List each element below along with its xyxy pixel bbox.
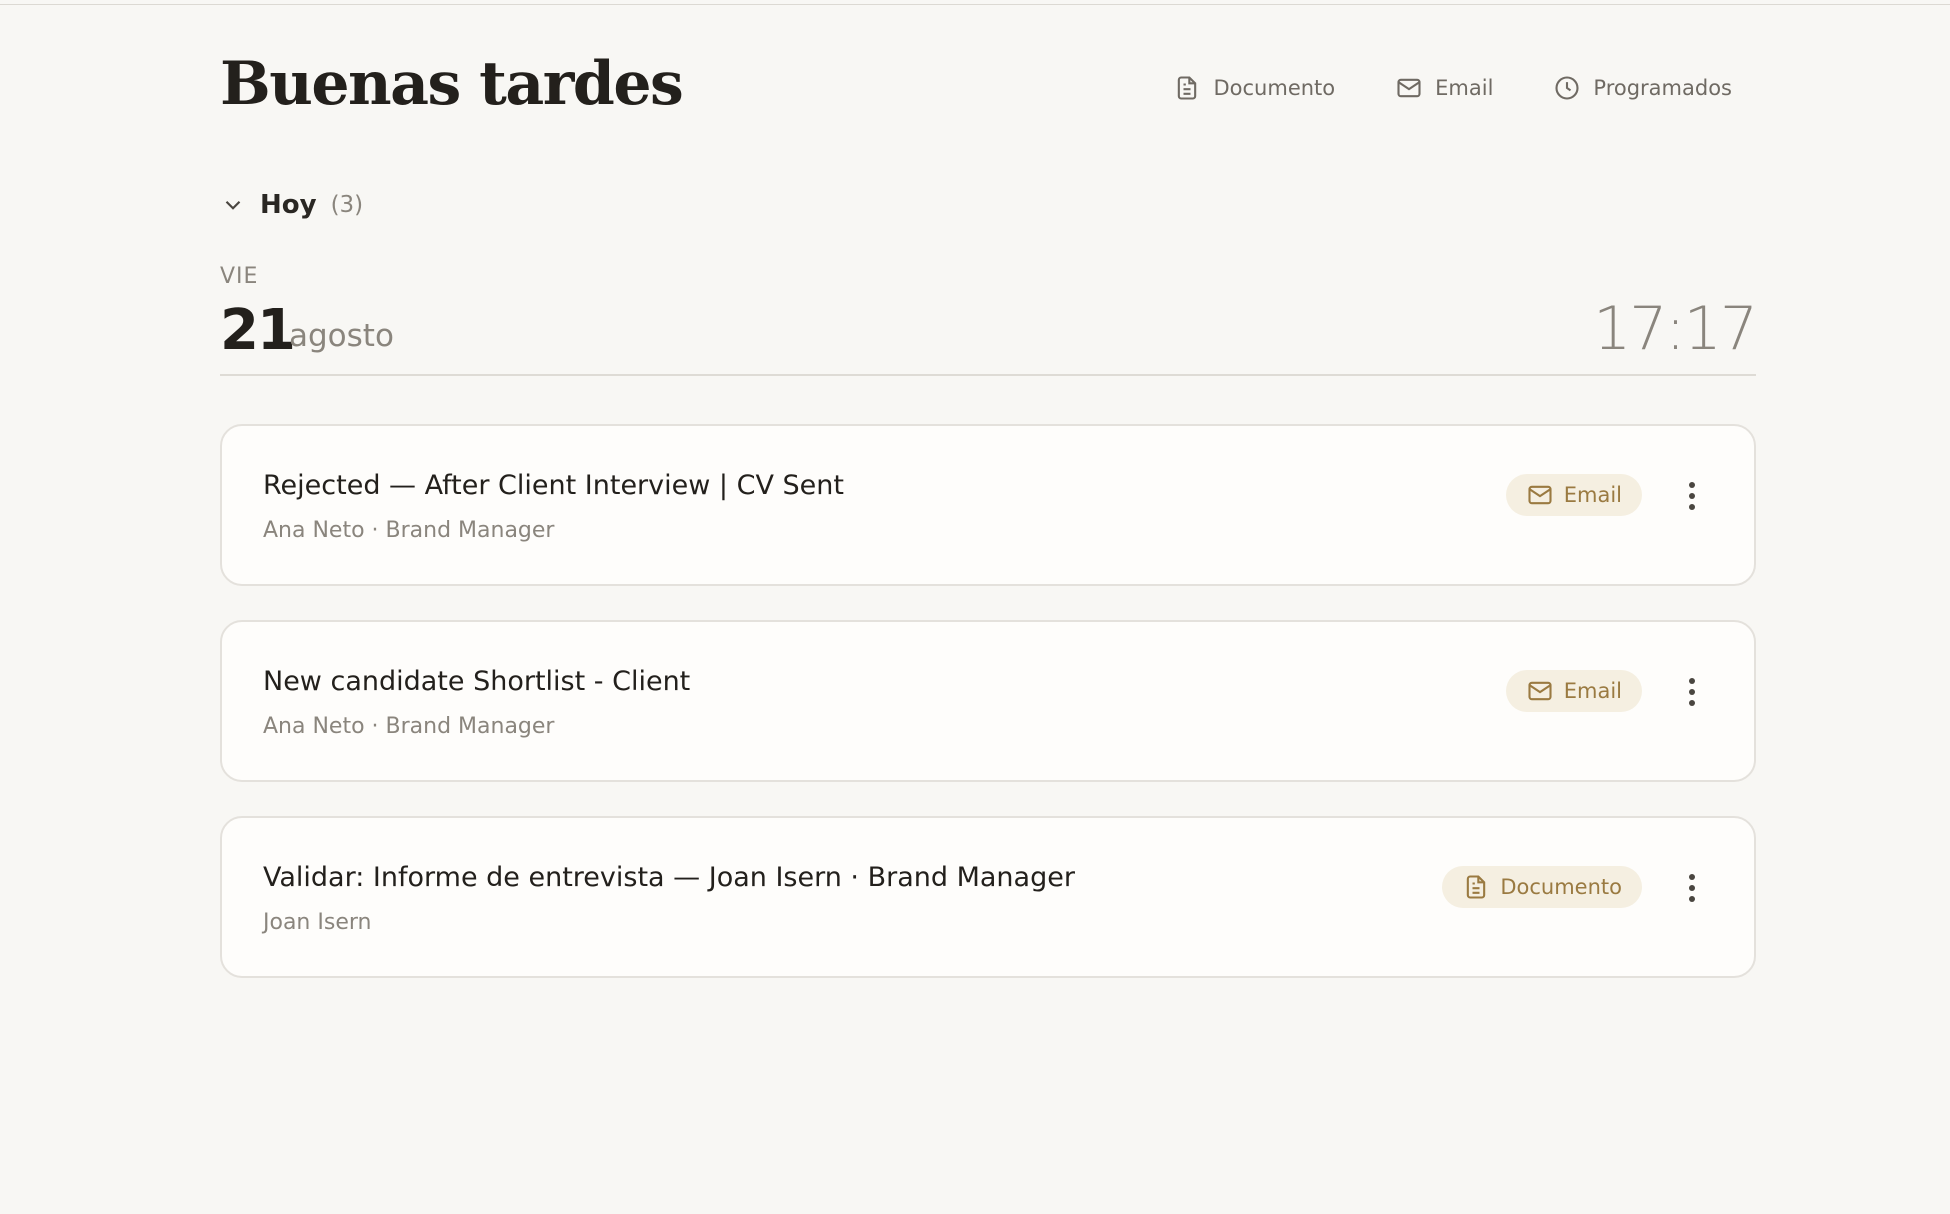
task-subtitle: Ana Neto · Brand Manager <box>263 714 555 739</box>
task-subtitle: Joan Isern <box>263 910 372 935</box>
new-document-label: Documento <box>1213 76 1336 100</box>
scheduled-label: Programados <box>1593 76 1732 100</box>
scheduled-button[interactable]: Programados <box>1553 74 1732 102</box>
more-options-button[interactable] <box>1686 874 1698 902</box>
mail-icon <box>1397 78 1421 98</box>
more-vertical-icon <box>1689 874 1695 880</box>
more-vertical-icon <box>1689 504 1695 510</box>
chevron-down-icon <box>225 200 241 210</box>
document-icon <box>1178 76 1197 100</box>
task-type-label: Documento <box>1500 875 1622 899</box>
task-card[interactable]: Validar: Informe de entrevista — Joan Is… <box>220 816 1756 978</box>
document-icon <box>1467 875 1486 899</box>
page-header: Buenas tardes Documento Email Programado… <box>220 0 1756 160</box>
more-options-button[interactable] <box>1686 678 1698 706</box>
quick-actions: Documento Email Programados <box>1173 74 1732 102</box>
task-card[interactable]: Rejected — After Client Interview | CV S… <box>220 424 1756 586</box>
task-type-badge[interactable]: Email <box>1505 670 1642 712</box>
more-vertical-icon <box>1689 678 1695 684</box>
task-subtitle: Ana Neto · Brand Manager <box>263 518 555 543</box>
new-email-label: Email <box>1435 76 1494 100</box>
weekday-label: VIE <box>220 264 259 289</box>
new-email-button[interactable]: Email <box>1395 74 1493 102</box>
task-title: New candidate Shortlist - Client <box>263 666 691 697</box>
task-card[interactable]: New candidate Shortlist - Client Ana Net… <box>220 620 1756 782</box>
more-vertical-icon <box>1689 896 1695 902</box>
section-count: (3) <box>330 192 364 218</box>
month-label: agosto <box>289 318 394 354</box>
current-time: 17:17 <box>1593 294 1758 364</box>
date-header: VIE 21 agosto 17:17 <box>220 262 1758 376</box>
more-options-button[interactable] <box>1686 482 1698 510</box>
more-vertical-icon <box>1689 689 1695 695</box>
section-toggle-today[interactable]: Hoy (3) <box>220 190 363 220</box>
more-vertical-icon <box>1689 700 1695 706</box>
clock-icon <box>1555 76 1579 100</box>
task-title: Validar: Informe de entrevista — Joan Is… <box>263 862 1075 893</box>
mail-icon <box>1528 485 1552 505</box>
task-type-badge[interactable]: Email <box>1505 474 1642 516</box>
task-type-badge[interactable]: Documento <box>1442 866 1642 908</box>
task-title: Rejected — After Client Interview | CV S… <box>263 470 844 501</box>
new-document-button[interactable]: Documento <box>1173 74 1335 102</box>
main-content: Buenas tardes Documento Email Programado… <box>220 0 1758 978</box>
more-vertical-icon <box>1689 493 1695 499</box>
task-list: Rejected — After Client Interview | CV S… <box>220 424 1756 1012</box>
mail-icon <box>1528 681 1552 701</box>
section-title: Hoy <box>260 190 317 220</box>
task-type-label: Email <box>1563 483 1622 507</box>
day-number: 21 <box>220 298 296 363</box>
task-type-label: Email <box>1563 679 1622 703</box>
more-vertical-icon <box>1689 885 1695 891</box>
more-vertical-icon <box>1689 482 1695 488</box>
page-title: Buenas tardes <box>220 49 684 119</box>
